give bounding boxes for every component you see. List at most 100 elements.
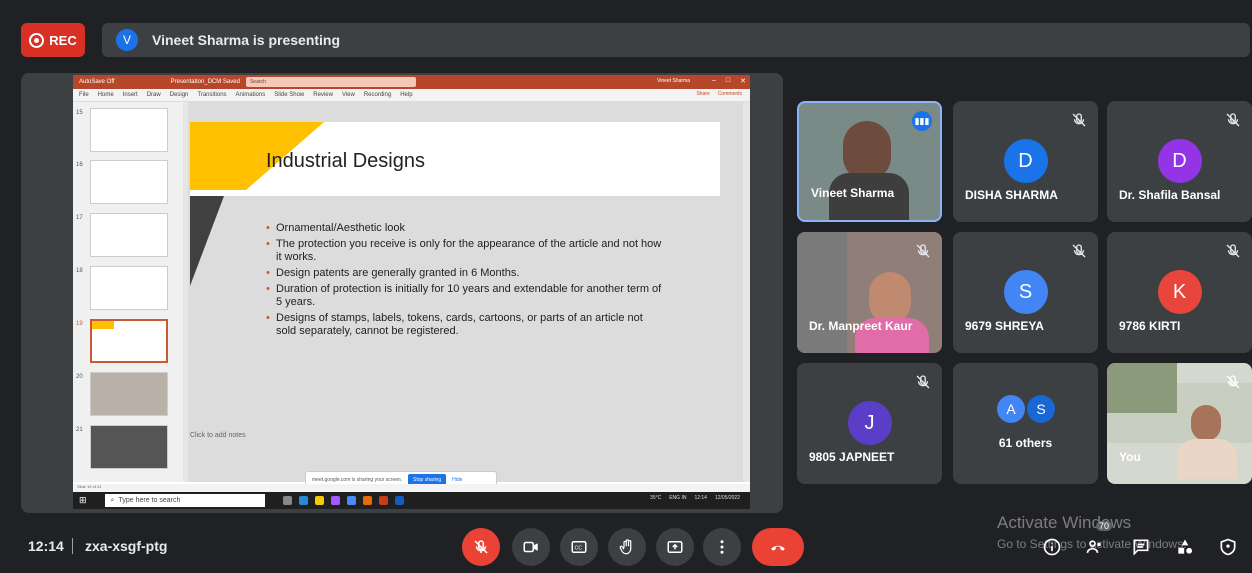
others-count: 61 others [998,436,1053,450]
present-icon [667,541,683,553]
participants-button[interactable] [1084,536,1106,558]
host-controls-button[interactable] [1217,536,1239,558]
accent-gold [190,122,246,190]
menu-home[interactable]: Home [98,92,114,98]
menu-animations[interactable]: Animations [236,92,266,98]
slide-bullets: Ornamental/Aesthetic look The protection… [266,222,666,341]
participant-name: Vineet Sharma [811,186,895,200]
video-background [797,232,847,353]
menu-transitions[interactable]: Transitions [197,92,226,98]
menu-file[interactable]: File [79,92,89,98]
participant-name: Dr. Manpreet Kaur [809,319,913,333]
tile-9805-japneet[interactable]: J 9805 JAPNEET [797,363,942,484]
mic-off-icon [1226,113,1240,127]
thumb-number: 15 [76,110,83,116]
camera-toggle-button[interactable] [512,528,550,566]
meeting-details-button[interactable] [1041,536,1063,558]
slide-thumbnail-selected[interactable] [90,319,168,363]
taskbar-search-text: Type here to search [118,497,181,504]
recording-badge[interactable]: REC [21,23,85,57]
window-controls: – □ ✕ [712,77,746,85]
tile-9679-shreya[interactable]: S 9679 SHREYA [953,232,1098,353]
present-screen-button[interactable] [656,528,694,566]
top-bar: REC V Vineet Sharma is presenting [0,0,1252,72]
slide-thumbnail[interactable] [90,372,168,416]
slide-thumbnail[interactable] [90,108,168,152]
taskbar-search[interactable]: ⌕ Type here to search [104,494,265,507]
people-icon [1086,540,1101,553]
leave-call-button[interactable] [752,528,804,566]
minimize-icon[interactable]: – [712,77,716,85]
thumb-number: 20 [76,374,83,380]
bullet: Duration of protection is initially for … [266,283,666,309]
participant-avatar: D [1003,139,1048,183]
thumb-number: 21 [76,427,83,433]
tile-dr-shafila-bansal[interactable]: D Dr. Shafila Bansal [1107,101,1252,222]
menu-recording[interactable]: Recording [364,92,391,98]
rec-label: REC [49,32,77,48]
participant-avatar: S [1003,270,1048,314]
participant-name: 9679 SHREYA [965,319,1044,333]
chrome-icon[interactable] [346,496,356,505]
comments-button[interactable]: Comments [718,91,742,97]
thumb-number: 17 [76,215,83,221]
menu-design[interactable]: Design [170,92,189,98]
bullet: Design patents are generally granted in … [266,267,666,280]
language-text: ENG IN [669,495,687,501]
chat-icon [1133,539,1149,556]
current-slide[interactable]: Industrial Designs Ornamental/Aesthetic … [190,122,720,422]
menu-insert[interactable]: Insert [123,92,138,98]
tile-disha-sharma[interactable]: D DISHA SHARMA [953,101,1098,222]
mic-toggle-button[interactable] [462,528,500,566]
activities-icon [1178,539,1193,554]
tile-you[interactable]: You [1107,363,1252,484]
windows-start-icon[interactable]: ⊞ [79,495,87,506]
info-icon [1043,538,1061,556]
participant-name: Dr. Shafila Bansal [1119,188,1221,202]
svg-text:CC: CC [575,545,583,551]
powerpoint-icon[interactable] [378,496,388,505]
tile-9786-kirti[interactable]: K 9786 KIRTI [1107,232,1252,353]
hide-toast-button[interactable]: Hide [452,477,462,483]
participant-name: You [1119,450,1141,464]
menu-slide-show[interactable]: Slide Show [274,92,304,98]
tile-others[interactable]: A S 61 others [953,363,1098,484]
more-options-button[interactable] [703,528,741,566]
presenting-text: Vineet Sharma is presenting [152,32,341,48]
menu-review[interactable]: Review [313,92,333,98]
menu-draw[interactable]: Draw [147,92,161,98]
video-mural [1107,363,1177,413]
slide-thumbnail[interactable] [90,160,168,204]
edge-icon[interactable] [298,496,308,505]
share-toast-text: meet.google.com is sharing your screen. [312,477,403,483]
chat-button[interactable] [1130,536,1152,558]
tile-dr-manpreet-kaur[interactable]: Dr. Manpreet Kaur [797,232,942,353]
slide-thumbnail[interactable] [90,213,168,257]
maximize-icon[interactable]: □ [726,77,730,85]
weather-text: 35°C [650,495,662,501]
share-area: Share Comments [696,91,742,97]
store-icon[interactable] [330,496,340,505]
explorer-icon[interactable] [314,496,324,505]
ppt-status-bar: Slide 19 of 41 [73,484,750,492]
captions-button[interactable]: CC [560,528,598,566]
system-tray: 35°C ENG IN 12:14 12/05/2022 [650,495,740,501]
notes-placeholder[interactable]: Click to add notes [190,432,246,439]
activities-button[interactable] [1174,536,1196,558]
tile-vineet-sharma[interactable]: ▮▮▮ Vineet Sharma [797,101,942,222]
slide-thumbnail[interactable] [90,425,168,469]
raise-hand-button[interactable] [608,528,646,566]
close-icon[interactable]: ✕ [740,77,746,85]
share-button[interactable]: Share [696,91,709,97]
meeting-time: 12:14 [28,538,64,554]
firefox-icon[interactable] [362,496,372,505]
search-icon: ⌕ [110,496,115,504]
menu-help[interactable]: Help [400,92,412,98]
captions-icon: CC [571,541,587,553]
ppt-search-input[interactable]: Search [245,77,416,87]
bullet: The protection you receive is only for t… [266,238,666,264]
menu-view[interactable]: View [342,92,355,98]
slide-thumbnail[interactable] [90,266,168,310]
word-icon[interactable] [394,496,404,505]
task-view-icon[interactable] [282,496,292,505]
